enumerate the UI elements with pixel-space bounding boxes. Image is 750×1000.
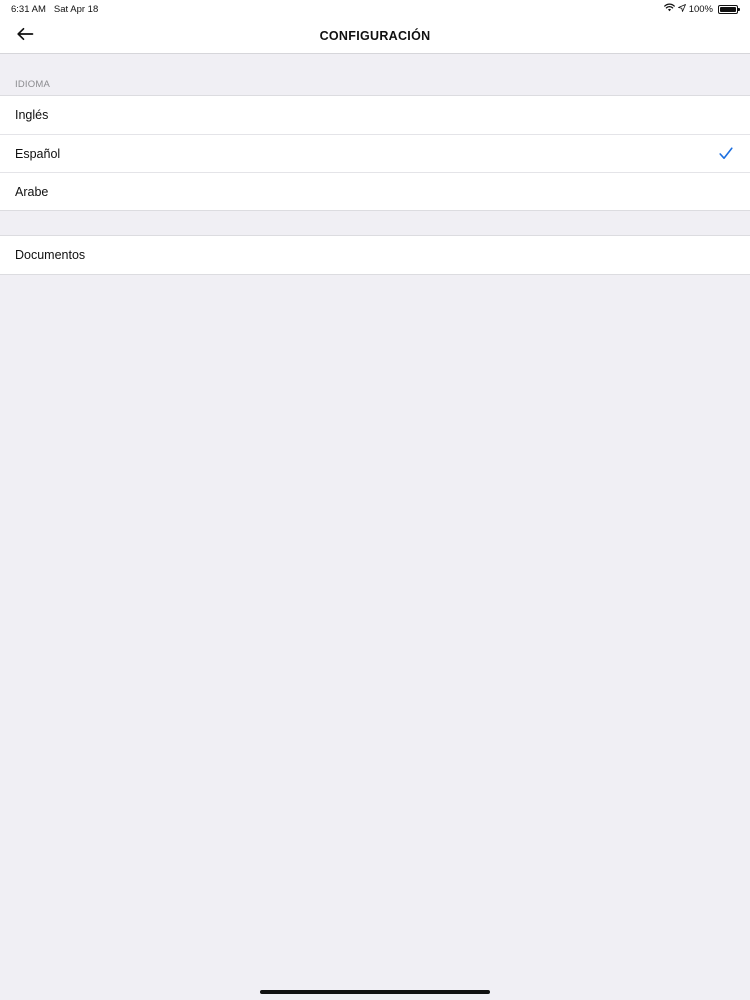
- page-title: CONFIGURACIÓN: [319, 29, 431, 43]
- status-date: Sat Apr 18: [53, 4, 99, 15]
- language-option-label: Arabe: [15, 184, 49, 199]
- checkmark-icon: [719, 147, 733, 163]
- documents-item[interactable]: Documentos: [0, 236, 750, 274]
- language-option-arabe[interactable]: Arabe: [0, 172, 750, 210]
- language-option-espanol[interactable]: Español: [0, 134, 750, 172]
- language-option-label: Español: [15, 146, 61, 161]
- language-option-ingles[interactable]: Inglés: [0, 96, 750, 134]
- location-arrow-icon: [677, 3, 686, 15]
- battery-icon: [718, 4, 740, 14]
- section-header-language: IDIOMA: [15, 79, 50, 90]
- battery-fill: [720, 6, 736, 12]
- navigation-bar: CONFIGURACIÓN: [0, 18, 750, 54]
- status-time: 6:31 AM: [11, 4, 46, 15]
- battery-percent: 100%: [688, 3, 713, 15]
- status-right: 100%: [663, 3, 740, 15]
- home-indicator[interactable]: [260, 990, 490, 994]
- status-left: 6:31 AM Sat Apr 18: [11, 4, 98, 15]
- documents-label: Documentos: [15, 248, 86, 262]
- language-option-label: Inglés: [15, 108, 49, 122]
- status-bar: 6:31 AM Sat Apr 18 100%: [0, 0, 750, 18]
- wifi-icon: [663, 3, 675, 15]
- language-list: Inglés Español Arabe: [0, 95, 750, 211]
- documents-list: Documentos: [0, 235, 750, 275]
